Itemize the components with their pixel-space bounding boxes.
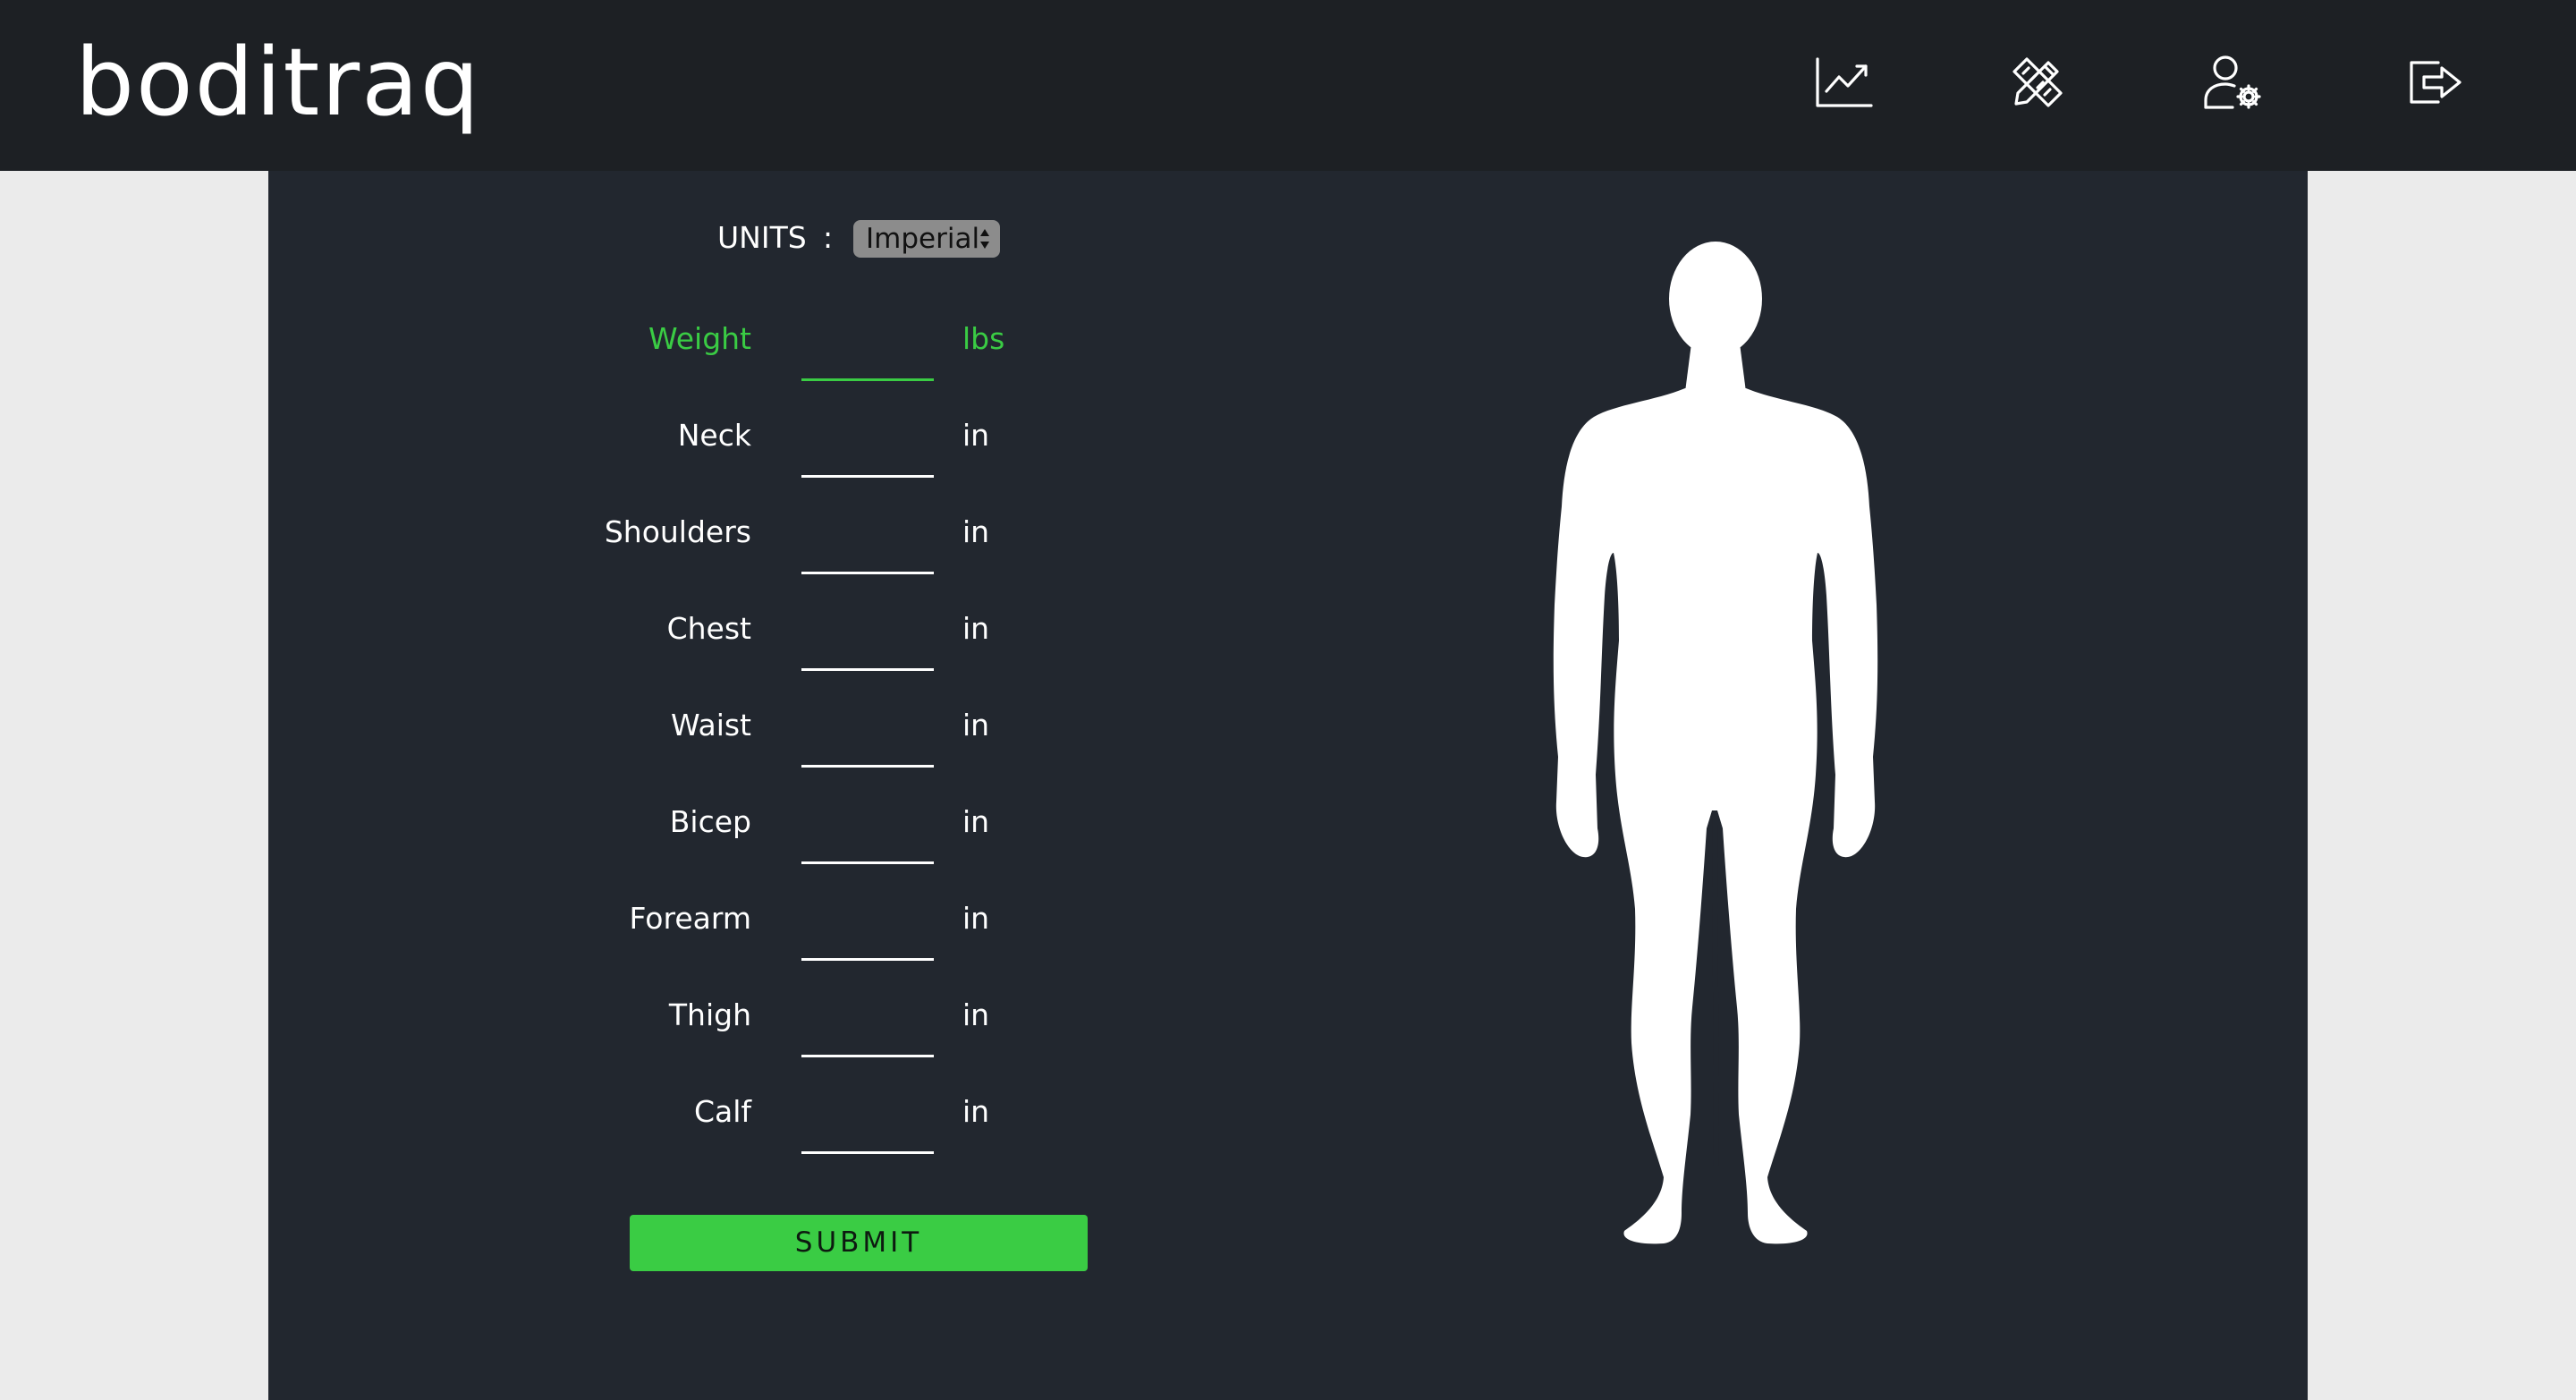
chest-unit: in — [962, 611, 990, 646]
neck-label: Neck — [677, 418, 751, 453]
chest-label: Chest — [666, 611, 751, 646]
weight-unit: lbs — [962, 321, 1005, 356]
shoulders-label: Shoulders — [604, 514, 751, 549]
shoulders-input[interactable] — [801, 521, 934, 574]
calf-input[interactable] — [801, 1100, 934, 1154]
logout-icon[interactable] — [2402, 50, 2467, 115]
weight-input[interactable] — [801, 327, 934, 381]
chart-line-icon[interactable] — [1812, 50, 1877, 115]
user-settings-icon[interactable] — [2200, 50, 2265, 115]
submit-button[interactable]: SUBMIT — [630, 1215, 1088, 1271]
shoulders-unit: in — [962, 514, 990, 549]
waist-unit: in — [962, 708, 990, 742]
units-select[interactable]: Imperial — [853, 220, 1000, 258]
neck-input[interactable] — [801, 424, 934, 478]
pencil-ruler-icon[interactable] — [2005, 50, 2070, 115]
waist-label: Waist — [670, 708, 751, 742]
neck-unit: in — [962, 418, 990, 453]
bicep-label: Bicep — [669, 804, 751, 839]
units-separator: : — [823, 220, 834, 255]
calf-unit: in — [962, 1094, 990, 1129]
waist-input[interactable] — [801, 714, 934, 768]
forearm-unit: in — [962, 901, 990, 936]
top-bar: boditraq — [0, 0, 2576, 171]
weight-label: Weight — [648, 321, 751, 356]
forearm-input[interactable] — [801, 907, 934, 961]
select-arrows-icon — [980, 229, 989, 249]
units-label: UNITS — [717, 220, 807, 255]
units-select-value: Imperial — [866, 223, 980, 255]
body-silhouette-image — [1553, 242, 1878, 1244]
thigh-unit: in — [962, 997, 990, 1032]
thigh-input[interactable] — [801, 1004, 934, 1057]
calf-label: Calf — [693, 1094, 751, 1129]
bicep-input[interactable] — [801, 810, 934, 864]
thigh-label: Thigh — [668, 997, 751, 1032]
bicep-unit: in — [962, 804, 990, 839]
app-logo[interactable]: boditraq — [75, 20, 481, 145]
forearm-label: Forearm — [629, 901, 752, 936]
chest-input[interactable] — [801, 617, 934, 671]
